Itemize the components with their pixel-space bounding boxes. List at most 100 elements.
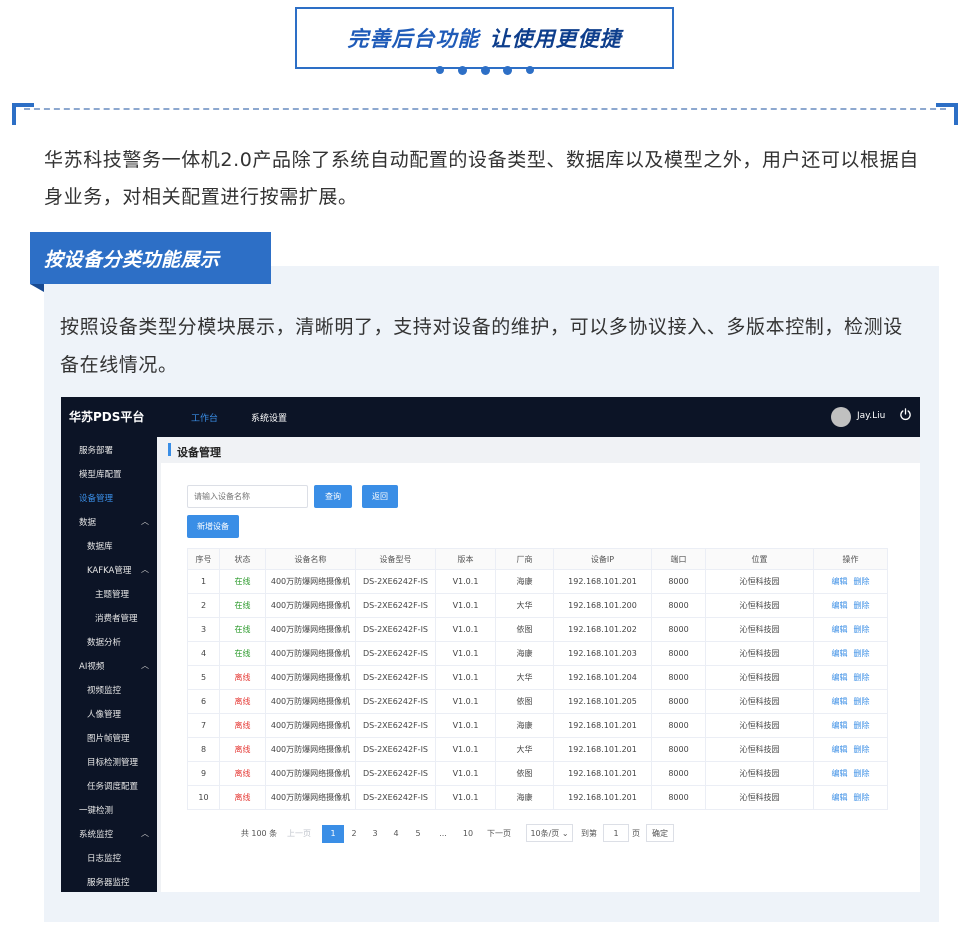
pager-next-button[interactable]: 下一页: [481, 825, 517, 843]
table-cell: 8000: [651, 785, 706, 810]
nav-system-settings[interactable]: 系统设置: [251, 411, 287, 424]
pager-goto-input[interactable]: 1: [603, 824, 629, 842]
dashed-divider: [24, 108, 946, 110]
chevron-up-icon[interactable]: ︿: [141, 564, 149, 575]
pager-ellipsis: ...: [439, 829, 447, 838]
sidebar-item-topic-manage[interactable]: 主题管理: [95, 588, 129, 600]
pager-page-5[interactable]: 5: [409, 825, 427, 843]
table-cell: 1: [187, 569, 220, 594]
table-cell: DS-2XE6242F-IS: [355, 617, 436, 642]
sidebar-item-portrait-manage[interactable]: 人像管理: [87, 708, 121, 720]
edit-link[interactable]: 编辑: [832, 745, 848, 754]
column-header: 状态: [219, 548, 266, 570]
sidebar: 服务部署 模型库配置 设备管理 数据 ︿ 数据库 KAFKA管理 ︿ 主题管理 …: [61, 437, 157, 892]
sidebar-item-server-monitor[interactable]: 服务器监控: [87, 876, 130, 888]
sidebar-item-frame-manage[interactable]: 图片帧管理: [87, 732, 130, 744]
edit-link[interactable]: 编辑: [832, 769, 848, 778]
edit-link[interactable]: 编辑: [832, 601, 848, 610]
edit-link[interactable]: 编辑: [832, 577, 848, 586]
table-cell: V1.0.1: [435, 713, 496, 738]
table-row: 1 在线 400万防爆网络摄像机 DS-2XE6242F-IS V1.0.1 海康 192.…: [187, 569, 888, 594]
row-actions: 编辑 删除: [813, 689, 888, 714]
query-button[interactable]: 查询: [314, 485, 352, 508]
device-search-input[interactable]: [187, 485, 308, 508]
nav-workbench[interactable]: 工作台: [191, 411, 218, 424]
table-cell: 沁恒科技园: [705, 641, 814, 666]
table-body: 1 在线 400万防爆网络摄像机 DS-2XE6242F-IS V1.0.1 海康 192.…: [187, 569, 888, 810]
delete-link[interactable]: 删除: [854, 601, 870, 610]
banner-dots: [436, 63, 534, 77]
row-actions: 编辑 删除: [813, 761, 888, 786]
sidebar-item-one-click-check[interactable]: 一键检测: [79, 804, 113, 816]
column-header: 设备型号: [355, 548, 436, 570]
table-cell: 400万防爆网络摄像机: [265, 617, 356, 642]
delete-link[interactable]: 删除: [854, 745, 870, 754]
pager-page-4[interactable]: 4: [387, 825, 405, 843]
table-cell: DS-2XE6242F-IS: [355, 737, 436, 762]
page-size-select[interactable]: 10条/页 ⌄: [526, 824, 573, 842]
chevron-up-icon[interactable]: ︿: [141, 516, 149, 527]
pager-prev-button[interactable]: 上一页: [282, 825, 316, 843]
sidebar-item-database[interactable]: 数据库: [87, 540, 113, 552]
edit-link[interactable]: 编辑: [832, 649, 848, 658]
table-cell: 5: [187, 665, 220, 690]
pager-page-10[interactable]: 10: [458, 825, 478, 843]
table-row: 8 离线 400万防爆网络摄像机 DS-2XE6242F-IS V1.0.1 大华 192.…: [187, 737, 888, 762]
username[interactable]: Jay.Liu: [857, 411, 885, 421]
table-row: 5 离线 400万防爆网络摄像机 DS-2XE6242F-IS V1.0.1 大华 192.…: [187, 665, 888, 690]
sidebar-item-data-analysis[interactable]: 数据分析: [87, 636, 121, 648]
chevron-up-icon[interactable]: ︿: [141, 828, 149, 839]
edit-link[interactable]: 编辑: [832, 625, 848, 634]
table-cell: 400万防爆网络摄像机: [265, 785, 356, 810]
avatar[interactable]: [831, 407, 851, 427]
column-header: 端口: [651, 548, 706, 570]
table-cell: 400万防爆网络摄像机: [265, 737, 356, 762]
sidebar-item-task-schedule[interactable]: 任务调度配置: [87, 780, 138, 792]
sidebar-item-ai-video[interactable]: AI视频: [79, 660, 104, 672]
delete-link[interactable]: 删除: [854, 793, 870, 802]
delete-link[interactable]: 删除: [854, 649, 870, 658]
dot: [480, 65, 490, 75]
title-accent-bar: [168, 443, 171, 456]
delete-link[interactable]: 删除: [854, 769, 870, 778]
row-actions: 编辑 删除: [813, 641, 888, 666]
delete-link[interactable]: 删除: [854, 721, 870, 730]
intro-paragraph: 华苏科技警务一体机2.0产品除了系统自动配置的设备类型、数据库以及模型之外，用户…: [44, 149, 919, 208]
pager-page-3[interactable]: 3: [366, 825, 384, 843]
table-cell: 4: [187, 641, 220, 666]
page-size-value: 10条/页: [530, 829, 560, 838]
table-cell: 3: [187, 617, 220, 642]
section-tag-fold: [30, 284, 44, 292]
sidebar-item-kafka[interactable]: KAFKA管理: [87, 564, 131, 576]
edit-link[interactable]: 编辑: [832, 673, 848, 682]
sidebar-item-system-monitor[interactable]: 系统监控: [79, 828, 113, 840]
sidebar-item-log-monitor[interactable]: 日志监控: [87, 852, 121, 864]
edit-link[interactable]: 编辑: [832, 697, 848, 706]
sidebar-item-data[interactable]: 数据: [79, 516, 96, 528]
delete-link[interactable]: 删除: [854, 625, 870, 634]
table-cell: 8000: [651, 713, 706, 738]
pager-confirm-button[interactable]: 确定: [646, 824, 674, 842]
add-device-button[interactable]: 新增设备: [187, 515, 239, 538]
power-icon[interactable]: [899, 408, 912, 421]
table-cell: 依图: [495, 689, 554, 714]
pager-page-1[interactable]: 1: [322, 825, 344, 843]
pager-page-2[interactable]: 2: [345, 825, 363, 843]
sidebar-item-detect-manage[interactable]: 目标检测管理: [87, 756, 138, 768]
delete-link[interactable]: 删除: [854, 673, 870, 682]
edit-link[interactable]: 编辑: [832, 721, 848, 730]
table-cell: DS-2XE6242F-IS: [355, 665, 436, 690]
sidebar-item-video-monitor[interactable]: 视频监控: [87, 684, 121, 696]
sidebar-item-consumer-manage[interactable]: 消费者管理: [95, 612, 138, 624]
edit-link[interactable]: 编辑: [832, 793, 848, 802]
sidebar-item-device-manage[interactable]: 设备管理: [79, 492, 113, 504]
table-row: 3 在线 400万防爆网络摄像机 DS-2XE6242F-IS V1.0.1 依图 192.…: [187, 617, 888, 642]
delete-link[interactable]: 删除: [854, 577, 870, 586]
table-cell: DS-2XE6242F-IS: [355, 569, 436, 594]
chevron-up-icon[interactable]: ︿: [141, 660, 149, 671]
sidebar-item-service-deploy[interactable]: 服务部署: [79, 444, 113, 456]
sidebar-item-model-config[interactable]: 模型库配置: [79, 468, 122, 480]
table-cell: 8: [187, 737, 220, 762]
delete-link[interactable]: 删除: [854, 697, 870, 706]
back-button[interactable]: 返回: [362, 485, 398, 508]
